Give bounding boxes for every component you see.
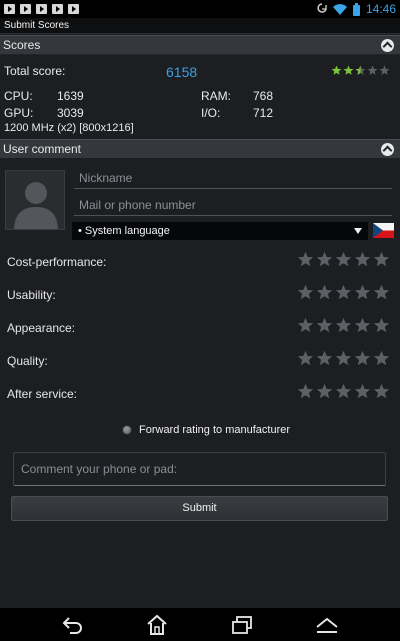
status-bar: 14:46: [0, 0, 400, 18]
language-select-value: • System language: [78, 225, 170, 237]
rating-row: Appearance:: [0, 313, 400, 343]
media-icon: [4, 4, 15, 14]
score-star-icon: [331, 65, 342, 75]
score-star-icon: [379, 65, 390, 75]
scores-section-header[interactable]: Scores: [0, 35, 400, 55]
rating-label: After service:: [7, 387, 78, 401]
star-icon[interactable]: [297, 284, 314, 301]
avatar[interactable]: [5, 170, 65, 230]
comment-input[interactable]: Comment your phone or pad:: [13, 452, 386, 486]
system-icons: 14:46: [317, 2, 396, 16]
rating-label: Usability:: [7, 288, 56, 302]
czech-flag-icon[interactable]: [373, 223, 394, 238]
media-icon: [52, 4, 63, 14]
window-title: Submit Scores: [0, 18, 400, 34]
cpu-label: CPU:: [4, 89, 33, 103]
star-icon[interactable]: [335, 284, 352, 301]
clock: 14:46: [365, 2, 396, 16]
star-icon[interactable]: [316, 284, 333, 301]
rating-stars[interactable]: [297, 383, 390, 400]
star-icon[interactable]: [297, 317, 314, 334]
score-star-icon: [343, 65, 354, 75]
star-icon[interactable]: [354, 284, 371, 301]
rating-row: Quality:: [0, 346, 400, 376]
gpu-value: 3039: [57, 106, 84, 120]
rating-row: Cost-performance:: [0, 247, 400, 277]
star-icon[interactable]: [335, 317, 352, 334]
comment-section-header[interactable]: User comment: [0, 139, 400, 159]
rating-label: Cost-performance:: [7, 255, 107, 269]
score-rating: [331, 65, 390, 76]
rating-label: Quality:: [7, 354, 48, 368]
star-icon[interactable]: [335, 383, 352, 400]
back-icon[interactable]: [61, 614, 85, 636]
gpu-label: GPU:: [4, 106, 34, 120]
star-icon[interactable]: [297, 251, 314, 268]
rating-stars[interactable]: [297, 251, 390, 268]
star-icon[interactable]: [297, 350, 314, 367]
device-info: 1200 MHz (x2) [800x1216]: [4, 122, 134, 134]
star-icon[interactable]: [373, 251, 390, 268]
notification-icons: [4, 4, 79, 14]
scores-header-label: Scores: [3, 38, 41, 52]
star-icon[interactable]: [316, 317, 333, 334]
rating-row: Usability:: [0, 280, 400, 310]
sync-icon: [317, 3, 327, 13]
star-icon[interactable]: [335, 251, 352, 268]
rating-stars[interactable]: [297, 284, 390, 301]
star-icon[interactable]: [297, 383, 314, 400]
star-icon[interactable]: [373, 383, 390, 400]
star-icon[interactable]: [316, 383, 333, 400]
star-icon[interactable]: [316, 251, 333, 268]
forward-rating-label: Forward rating to manufacturer: [139, 424, 291, 436]
rating-stars[interactable]: [297, 317, 390, 334]
wifi-icon: [332, 3, 347, 15]
media-icon: [68, 4, 79, 14]
star-icon[interactable]: [373, 350, 390, 367]
star-icon[interactable]: [316, 350, 333, 367]
media-icon: [20, 4, 31, 14]
io-label: I/O:: [201, 106, 221, 120]
rating-label: Appearance:: [7, 321, 76, 335]
score-star-icon: [367, 65, 378, 75]
star-icon[interactable]: [354, 317, 371, 334]
language-select[interactable]: • System language: [72, 222, 368, 240]
media-icon: [36, 4, 47, 14]
forward-radio[interactable]: [122, 425, 132, 435]
home-icon[interactable]: [145, 614, 169, 636]
ram-label: RAM:: [201, 89, 231, 103]
star-icon[interactable]: [373, 317, 390, 334]
recent-apps-icon[interactable]: [230, 614, 254, 636]
chevron-up-icon[interactable]: [381, 39, 394, 52]
comment-header-label: User comment: [3, 142, 82, 156]
star-icon[interactable]: [354, 251, 371, 268]
navigation-bar: [0, 608, 400, 641]
io-value: 712: [253, 106, 274, 120]
total-score-label: Total score:: [4, 64, 66, 78]
dropdown-arrow-icon: [354, 228, 362, 234]
contact-field[interactable]: Mail or phone number: [74, 196, 392, 216]
star-icon[interactable]: [335, 350, 352, 367]
menu-up-icon[interactable]: [315, 614, 339, 636]
star-icon[interactable]: [354, 350, 371, 367]
rating-stars[interactable]: [297, 350, 390, 367]
ram-value: 768: [253, 89, 274, 103]
chevron-up-icon[interactable]: [381, 143, 394, 156]
battery-icon: [352, 2, 360, 16]
user-silhouette-icon: [14, 182, 58, 229]
score-star-icon: [355, 65, 366, 75]
forward-rating-option[interactable]: Forward rating to manufacturer: [122, 423, 290, 437]
nickname-field[interactable]: Nickname: [74, 169, 392, 189]
cpu-value: 1639: [57, 89, 84, 103]
rating-row: After service:: [0, 379, 400, 409]
submit-button[interactable]: Submit: [11, 496, 388, 521]
star-icon[interactable]: [373, 284, 390, 301]
star-icon[interactable]: [354, 383, 371, 400]
total-score-value: 6158: [166, 64, 198, 80]
